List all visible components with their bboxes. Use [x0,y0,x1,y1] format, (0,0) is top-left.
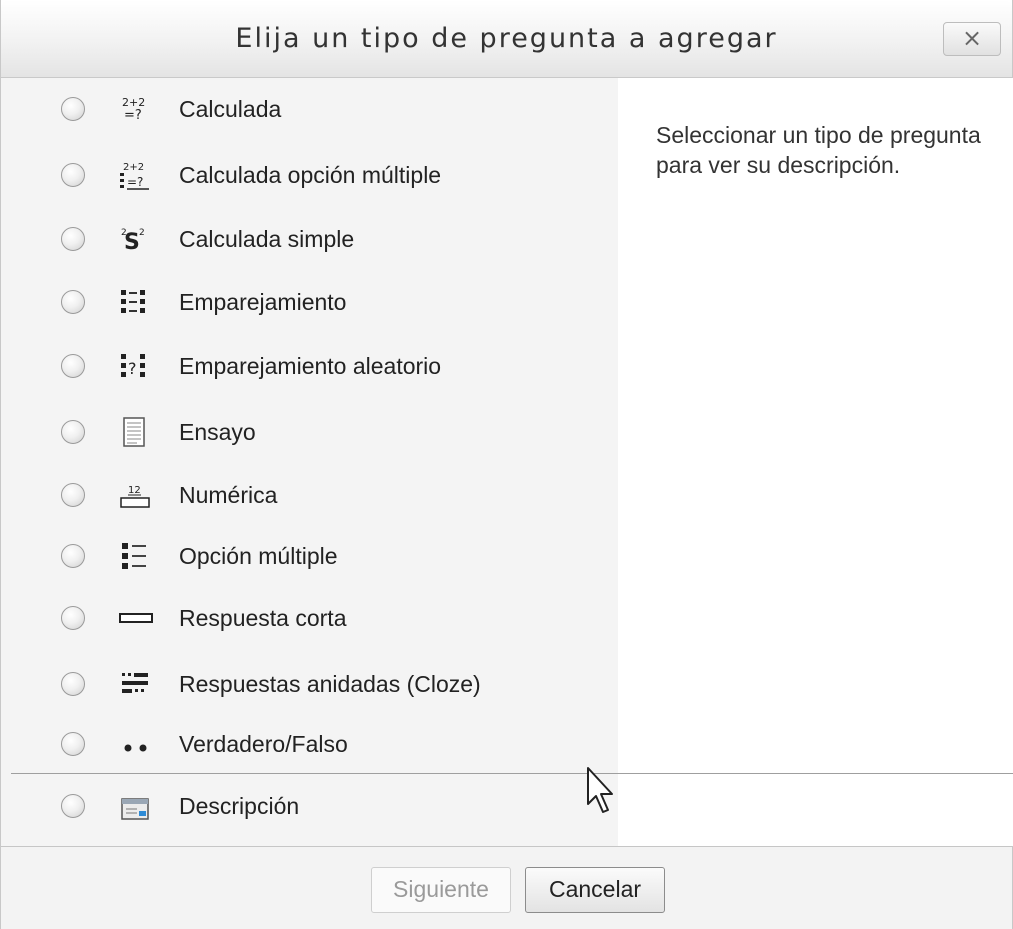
option-calculada-simple[interactable]: 2 S 2 Calculada simple [1,215,618,267]
svg-text:2: 2 [139,228,145,238]
radio-button[interactable] [61,606,85,630]
numerical-icon: 12 [120,485,150,508]
true-false-icon [124,744,147,752]
question-type-dialog: Elija un tipo de pregunta a agregar × 2+… [0,0,1013,929]
radio-button[interactable] [61,483,85,507]
essay-icon [123,417,145,447]
radio-button[interactable] [61,794,85,818]
random-matching-icon: ? [121,354,145,378]
svg-text:2+2: 2+2 [123,162,144,173]
option-label: Emparejamiento [179,289,347,315]
radio-button[interactable] [61,354,85,378]
option-label: Numérica [179,482,278,508]
svg-text:12: 12 [128,485,141,496]
option-ensayo[interactable]: Ensayo [1,408,618,460]
calculated-simple-icon: 2 S 2 [121,228,145,255]
question-type-list: 2+2 =? Calculada 2+2 =? Calculada opción… [1,78,618,846]
option-emparejamiento-aleatorio[interactable]: ? Emparejamiento aleatorio [1,342,618,394]
option-calculada-opcion-multiple[interactable]: 2+2 =? Calculada opción múltiple [1,151,618,203]
option-label: Respuesta corta [179,605,347,631]
option-numerica[interactable]: 12 Numérica [1,471,618,523]
option-descripcion[interactable]: Descripción [1,782,618,834]
option-calculada[interactable]: 2+2 =? Calculada [1,85,618,137]
calculated-multichoice-icon: 2+2 =? [120,162,149,190]
cloze-icon [122,673,148,693]
multichoice-icon [122,543,146,569]
radio-button[interactable] [61,163,85,187]
radio-button[interactable] [61,672,85,696]
option-label: Calculada simple [179,226,355,252]
description-panel: Seleccionar un tipo de pregunta para ver… [618,78,1013,846]
calculated-icon: 2+2 =? [122,96,145,123]
option-label: Verdadero/Falso [179,731,348,757]
option-emparejamiento[interactable]: Emparejamiento [1,278,618,330]
option-respuesta-corta[interactable]: Respuesta corta [1,594,618,646]
option-label: Calculada [179,96,282,122]
divider [11,773,1013,774]
option-label: Calculada opción múltiple [179,162,442,188]
radio-button[interactable] [61,290,85,314]
close-icon: × [961,24,983,52]
radio-button[interactable] [61,544,85,568]
description-icon [121,798,149,820]
dialog-title: Elija un tipo de pregunta a agregar [235,23,778,54]
radio-button[interactable] [61,227,85,251]
svg-text:=?: =? [127,175,143,189]
svg-text:?: ? [128,359,137,378]
dialog-footer: Siguiente Cancelar [1,846,1012,929]
svg-text:=?: =? [124,108,142,123]
next-button[interactable]: Siguiente [371,867,511,913]
option-label: Opción múltiple [179,543,338,569]
matching-icon [121,290,145,313]
option-label: Respuestas anidadas (Cloze) [179,671,481,697]
radio-button[interactable] [61,732,85,756]
radio-button[interactable] [61,420,85,444]
mouse-pointer-icon [587,767,613,813]
question-type-description: Seleccionar un tipo de pregunta para ver… [656,122,981,178]
short-answer-icon [119,613,153,623]
svg-text:S: S [124,230,140,255]
close-button[interactable]: × [943,22,1001,56]
option-label: Descripción [179,793,300,819]
option-verdadero-falso[interactable]: Verdadero/Falso [1,720,618,772]
radio-button[interactable] [61,97,85,121]
option-label: Ensayo [179,419,256,445]
option-label: Emparejamiento aleatorio [179,353,442,379]
option-opcion-multiple[interactable]: Opción múltiple [1,532,618,584]
cancel-button[interactable]: Cancelar [525,867,665,913]
dialog-titlebar: Elija un tipo de pregunta a agregar × [1,0,1012,78]
option-respuestas-anidadas[interactable]: Respuestas anidadas (Cloze) [1,660,618,712]
